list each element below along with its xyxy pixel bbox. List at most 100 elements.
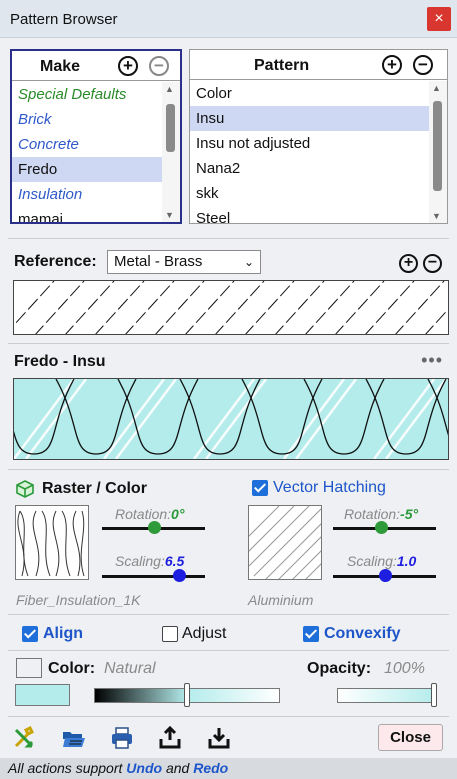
- vector-rotation-value: -5°: [400, 506, 419, 522]
- raster-caption: Fiber_Insulation_1K: [16, 592, 141, 608]
- pattern-list-item[interactable]: Nana2: [190, 156, 429, 181]
- raster-scaling-knob[interactable]: [173, 569, 187, 582]
- color-preview[interactable]: [15, 684, 70, 706]
- divider: [8, 343, 449, 344]
- scroll-down-icon[interactable]: ▼: [432, 211, 441, 221]
- raster-thumbnail[interactable]: [15, 505, 89, 580]
- opacity-value: 100%: [384, 660, 425, 677]
- divider: [8, 716, 449, 717]
- export-icon[interactable]: [158, 726, 182, 750]
- divider: [8, 650, 449, 651]
- opacity-label: Opacity:: [307, 660, 372, 677]
- make-list-item[interactable]: Brick: [12, 107, 162, 132]
- raster-scaling-value: 6.5: [164, 553, 185, 569]
- insulation-pattern-icon: [0, 378, 457, 460]
- status-and: and: [162, 760, 194, 776]
- add-reference-button[interactable]: +: [399, 254, 418, 273]
- pattern-list: Color Insu Insu not adjusted Nana2 skk Steel: [190, 81, 429, 223]
- current-pattern-preview: [0, 378, 457, 460]
- convexify-checkbox[interactable]: [303, 626, 319, 642]
- window-title: Pattern Browser: [10, 11, 118, 28]
- diagonal-hatch-icon: [3, 280, 457, 337]
- opacity-slider[interactable]: [337, 688, 437, 703]
- tools-icon[interactable]: [12, 726, 36, 750]
- vector-hatching-title: Vector Hatching: [273, 479, 386, 496]
- vector-caption: Aluminium: [248, 592, 314, 608]
- add-pattern-button[interactable]: +: [382, 55, 402, 75]
- align-checkbox[interactable]: [22, 626, 38, 642]
- raster-rotation-value: 0°: [171, 506, 185, 522]
- make-list-item[interactable]: Fredo: [12, 157, 162, 182]
- reference-pattern-preview: [3, 280, 457, 337]
- reference-select[interactable]: Metal - Brass ⌄: [107, 250, 261, 274]
- pattern-list-item[interactable]: Color: [190, 81, 429, 106]
- divider: [8, 469, 449, 470]
- scroll-down-icon[interactable]: ▼: [165, 210, 174, 220]
- chevron-down-icon: ⌄: [243, 255, 254, 269]
- raster-rotation-knob[interactable]: [147, 521, 161, 534]
- fiber-insulation-icon: [17, 510, 85, 577]
- vector-thumbnail[interactable]: [238, 505, 342, 582]
- status-text: All actions support: [8, 760, 127, 776]
- color-label: Color:: [48, 660, 96, 677]
- make-list-item[interactable]: Insulation: [12, 182, 162, 207]
- remove-make-button[interactable]: −: [149, 56, 169, 76]
- vector-hatching-checkbox[interactable]: [252, 480, 268, 496]
- make-scrollbar[interactable]: ▲ ▼: [162, 82, 180, 222]
- title-bar: Pattern Browser ×: [0, 0, 457, 38]
- status-bar: All actions support Undo and Redo: [0, 758, 457, 779]
- raster-color-title: Raster / Color: [42, 480, 147, 497]
- pattern-list-item[interactable]: Insu: [190, 106, 429, 131]
- make-list-header: Make + −: [12, 51, 180, 81]
- print-icon[interactable]: [110, 726, 134, 750]
- pattern-list-item[interactable]: Steel: [190, 206, 429, 223]
- remove-pattern-button[interactable]: −: [413, 55, 433, 75]
- scroll-up-icon[interactable]: ▲: [165, 84, 174, 94]
- reference-label: Reference:: [14, 253, 97, 270]
- make-list-panel: Make + − Special Defaults Brick Concrete Fr…: [10, 49, 182, 224]
- more-options-icon[interactable]: •••: [421, 350, 443, 371]
- color-slider-knob[interactable]: [184, 683, 190, 707]
- vector-scaling-value: 1.0: [396, 553, 417, 569]
- color-value: Natural: [104, 660, 156, 677]
- make-list-item[interactable]: Special Defaults: [12, 82, 162, 107]
- raster-scaling-slider[interactable]: [102, 575, 205, 578]
- reference-selected-value: Metal - Brass: [114, 253, 203, 270]
- pattern-list-item[interactable]: Insu not adjusted: [190, 131, 429, 156]
- color-picker-button[interactable]: [16, 658, 42, 678]
- vector-scaling-knob[interactable]: [378, 569, 392, 582]
- cube-icon: [16, 480, 34, 498]
- pattern-header-label: Pattern: [254, 57, 310, 74]
- divider: [8, 238, 449, 239]
- import-icon[interactable]: [207, 726, 231, 750]
- undo-link[interactable]: Undo: [126, 760, 162, 776]
- remove-reference-button[interactable]: −: [423, 254, 442, 273]
- adjust-label: Adjust: [182, 625, 227, 642]
- make-list-item[interactable]: Concrete: [12, 132, 162, 157]
- pattern-list-header: Pattern + −: [190, 50, 447, 80]
- align-label: Align: [43, 625, 83, 642]
- scroll-thumb[interactable]: [433, 101, 442, 191]
- window-close-button[interactable]: ×: [427, 7, 451, 31]
- raster-rotation-label: Rotation:0°: [115, 506, 185, 522]
- current-pattern-name: Fredo - Insu: [14, 353, 106, 370]
- adjust-checkbox[interactable]: [162, 626, 178, 642]
- scroll-up-icon[interactable]: ▲: [432, 83, 441, 93]
- pattern-list-item[interactable]: skk: [190, 181, 429, 206]
- open-folder-icon[interactable]: [62, 726, 86, 750]
- divider: [8, 614, 449, 615]
- vector-scaling-label: Scaling:1.0: [347, 553, 417, 569]
- pattern-scrollbar[interactable]: ▲ ▼: [429, 81, 447, 223]
- make-header-label: Make: [40, 58, 81, 75]
- redo-link[interactable]: Redo: [193, 760, 228, 776]
- scroll-thumb[interactable]: [166, 104, 175, 152]
- convexify-label: Convexify: [324, 625, 401, 642]
- opacity-slider-knob[interactable]: [431, 683, 437, 707]
- vector-rotation-label: Rotation:-5°: [344, 506, 419, 522]
- pattern-list-panel: Pattern + − Color Insu Insu not adjusted Na…: [189, 49, 448, 224]
- vector-rotation-knob[interactable]: [375, 521, 389, 534]
- make-list-item[interactable]: mamai: [12, 207, 162, 222]
- make-list: Special Defaults Brick Concrete Fredo Insula…: [12, 82, 162, 222]
- add-make-button[interactable]: +: [118, 56, 138, 76]
- close-button[interactable]: Close: [378, 724, 443, 751]
